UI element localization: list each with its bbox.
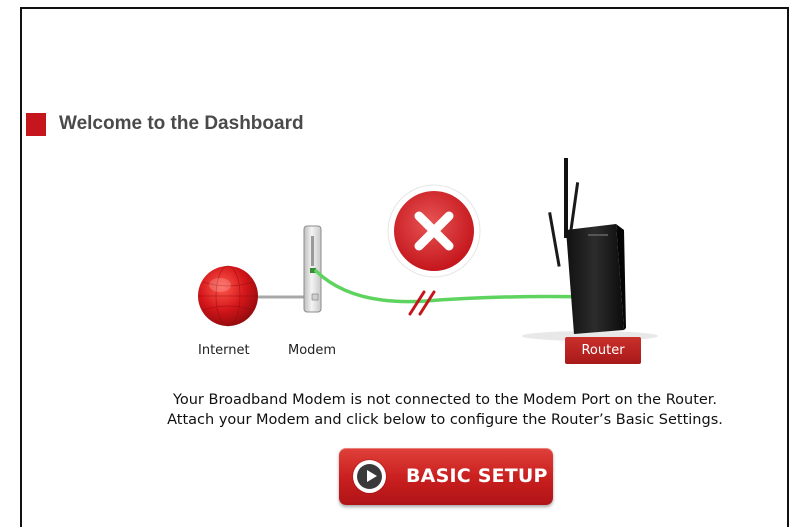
internet-label: Internet xyxy=(198,343,250,358)
connection-message: Your Broadband Modem is not connected to… xyxy=(120,390,770,430)
title-marker xyxy=(26,113,46,136)
play-icon xyxy=(353,460,386,493)
modem-label: Modem xyxy=(288,343,337,358)
page-title: Welcome to the Dashboard xyxy=(59,113,304,134)
message-line-1: Your Broadband Modem is not connected to… xyxy=(172,392,718,408)
router-label: Router xyxy=(565,337,641,364)
basic-setup-label: BASIC SETUP xyxy=(406,465,548,487)
basic-setup-button[interactable]: BASIC SETUP xyxy=(339,448,553,505)
message-line-2: Attach your Modem and click below to con… xyxy=(167,412,723,428)
